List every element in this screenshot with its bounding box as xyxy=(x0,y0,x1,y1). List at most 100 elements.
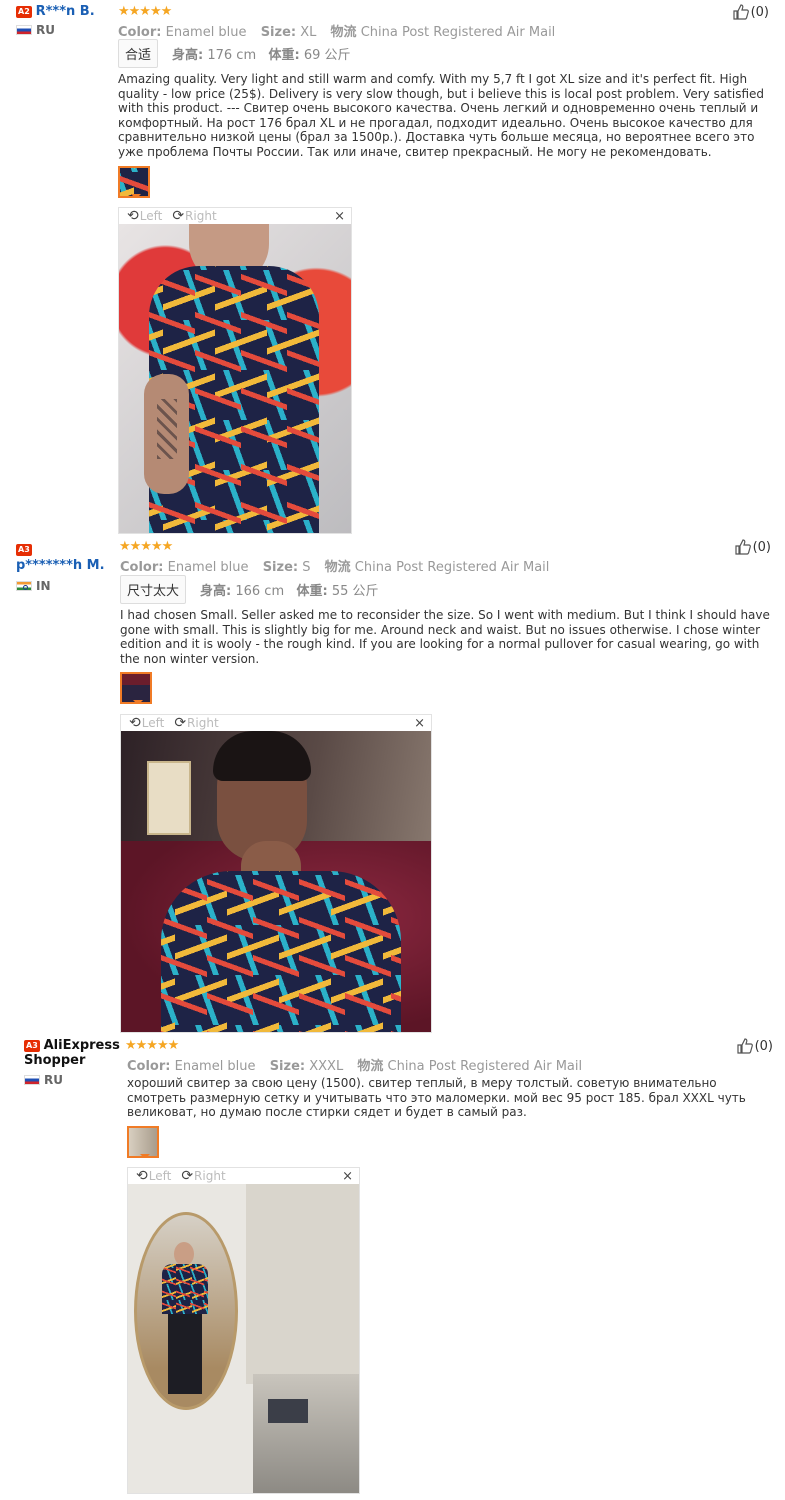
buyer-name[interactable]: p*******h M. xyxy=(16,558,112,573)
like-button[interactable]: (0) xyxy=(732,4,769,20)
photo-sweater xyxy=(162,1264,208,1314)
fit-info: 尺寸太大 身高: 166 cm 体重: 55 公斤 xyxy=(120,575,379,604)
review-author: A2 R***n B. RU xyxy=(16,4,116,37)
close-icon[interactable]: × xyxy=(414,716,425,731)
photo-person-head xyxy=(174,1242,194,1266)
buyer-country: IN xyxy=(16,579,112,593)
country-code: RU xyxy=(44,1073,63,1087)
color-value: Enamel blue xyxy=(167,560,249,575)
country-code: IN xyxy=(36,579,51,593)
viewer-toolbar: ⟲ Left ⟳ Right × xyxy=(119,208,351,224)
order-info: Color: Enamel blue Size: S 物流 China Post… xyxy=(120,556,553,575)
rating-stars: ★★★★★ xyxy=(118,4,172,19)
height-value: 166 cm xyxy=(235,584,285,599)
rotate-left-label[interactable]: Left xyxy=(142,716,165,730)
image-viewer: ⟲ Left ⟳ Right × xyxy=(118,207,352,534)
image-viewer: ⟲ Left ⟳ Right × xyxy=(120,714,432,1033)
review-text: I had chosen Small. Seller asked me to r… xyxy=(120,608,770,666)
order-info: Color: Enamel blue Size: XL 物流 China Pos… xyxy=(118,21,559,40)
color-label: Color: xyxy=(120,560,164,575)
fit-tag: 合适 xyxy=(118,39,159,68)
review-thumbnail[interactable] xyxy=(120,672,152,704)
shipping-value: China Post Registered Air Mail xyxy=(360,25,556,40)
buyer-country: RU xyxy=(16,23,116,37)
rotate-right-icon[interactable]: ⟳ xyxy=(181,1168,193,1184)
shipping-value: China Post Registered Air Mail xyxy=(387,1059,583,1074)
rating-stars: ★★★★★ xyxy=(119,539,173,554)
viewer-toolbar: ⟲ Left ⟳ Right × xyxy=(121,715,431,731)
buyer-name[interactable]: R***n B. xyxy=(36,4,95,19)
country-code: RU xyxy=(36,23,55,37)
rotate-left-label[interactable]: Left xyxy=(140,209,163,223)
photo-arm-tattoo xyxy=(157,399,177,459)
review-photo xyxy=(128,1184,359,1493)
rotate-left-icon[interactable]: ⟲ xyxy=(127,208,139,224)
size-value: XL xyxy=(300,25,317,40)
buyer-level-badge: A2 xyxy=(16,5,32,18)
rotate-left-icon[interactable]: ⟲ xyxy=(136,1168,148,1184)
size-label: Size: xyxy=(269,1059,306,1074)
order-info: Color: Enamel blue Size: XXXL 物流 China P… xyxy=(127,1055,586,1074)
shipping-value: China Post Registered Air Mail xyxy=(354,560,550,575)
weight-label: 体重: xyxy=(268,48,300,63)
review-text: Amazing quality. Very light and still wa… xyxy=(118,72,765,159)
rotate-left-label[interactable]: Left xyxy=(149,1169,172,1183)
image-viewer: ⟲ Left ⟳ Right × xyxy=(127,1167,360,1494)
fit-info: 合适 身高: 176 cm 体重: 69 公斤 xyxy=(118,39,351,68)
flag-ru-icon xyxy=(24,1075,40,1085)
thumbs-up-icon xyxy=(734,539,751,555)
size-label: Size: xyxy=(262,560,299,575)
flag-in-icon xyxy=(16,581,32,591)
review-author: A3 AliExpress Shopper RU xyxy=(24,1038,128,1087)
flag-ru-icon xyxy=(16,25,32,35)
rating-stars: ★★★★★ xyxy=(125,1038,179,1053)
size-value: S xyxy=(302,560,311,575)
review-text: хороший свитер за свою цену (1500). свит… xyxy=(127,1076,746,1119)
photo-poster xyxy=(147,761,191,835)
like-count: (0) xyxy=(750,4,769,20)
close-icon[interactable]: × xyxy=(342,1169,353,1184)
buyer-level-badge: A3 xyxy=(24,1039,40,1052)
review-author: A3 p*******h M. IN xyxy=(16,542,112,593)
height-value: 176 cm xyxy=(207,48,257,63)
close-icon[interactable]: × xyxy=(334,209,345,224)
weight-value: 69 公斤 xyxy=(303,48,351,63)
rotate-right-label[interactable]: Right xyxy=(194,1169,226,1183)
photo-pants xyxy=(168,1314,202,1394)
buyer-level-badge: A3 xyxy=(16,543,32,556)
weight-label: 体重: xyxy=(296,584,328,599)
height-label: 身高: xyxy=(172,48,204,63)
shipping-label: 物流 xyxy=(324,560,351,575)
photo-laptop xyxy=(268,1399,308,1423)
like-button[interactable]: (0) xyxy=(736,1038,773,1054)
thumbnail-image xyxy=(129,1128,157,1156)
color-value: Enamel blue xyxy=(174,1059,256,1074)
rotate-left-icon[interactable]: ⟲ xyxy=(129,715,141,731)
thumbnail-image xyxy=(120,168,148,196)
rotate-right-icon[interactable]: ⟳ xyxy=(174,715,186,731)
height-label: 身高: xyxy=(200,584,232,599)
color-label: Color: xyxy=(118,25,162,40)
shipping-label: 物流 xyxy=(330,25,357,40)
review-photo xyxy=(119,224,351,533)
photo-desk xyxy=(253,1374,359,1493)
color-label: Color: xyxy=(127,1059,171,1074)
body-measurements: 身高: 176 cm 体重: 69 公斤 xyxy=(172,44,351,63)
review-thumbnail[interactable] xyxy=(127,1126,159,1158)
like-button[interactable]: (0) xyxy=(734,539,771,555)
shipping-label: 物流 xyxy=(357,1059,384,1074)
review-thumbnail[interactable] xyxy=(118,166,150,198)
review-photo xyxy=(121,731,431,1032)
photo-door xyxy=(246,1184,359,1384)
color-value: Enamel blue xyxy=(165,25,247,40)
like-count: (0) xyxy=(754,1038,773,1054)
rotate-right-icon[interactable]: ⟳ xyxy=(172,208,184,224)
rotate-right-label[interactable]: Right xyxy=(187,716,219,730)
like-count: (0) xyxy=(752,539,771,555)
thumbs-up-icon xyxy=(736,1038,753,1054)
rotate-right-label[interactable]: Right xyxy=(185,209,217,223)
size-value: XXXL xyxy=(309,1059,344,1074)
body-measurements: 身高: 166 cm 体重: 55 公斤 xyxy=(200,580,379,599)
weight-value: 55 公斤 xyxy=(331,584,379,599)
viewer-toolbar: ⟲ Left ⟳ Right × xyxy=(128,1168,359,1184)
